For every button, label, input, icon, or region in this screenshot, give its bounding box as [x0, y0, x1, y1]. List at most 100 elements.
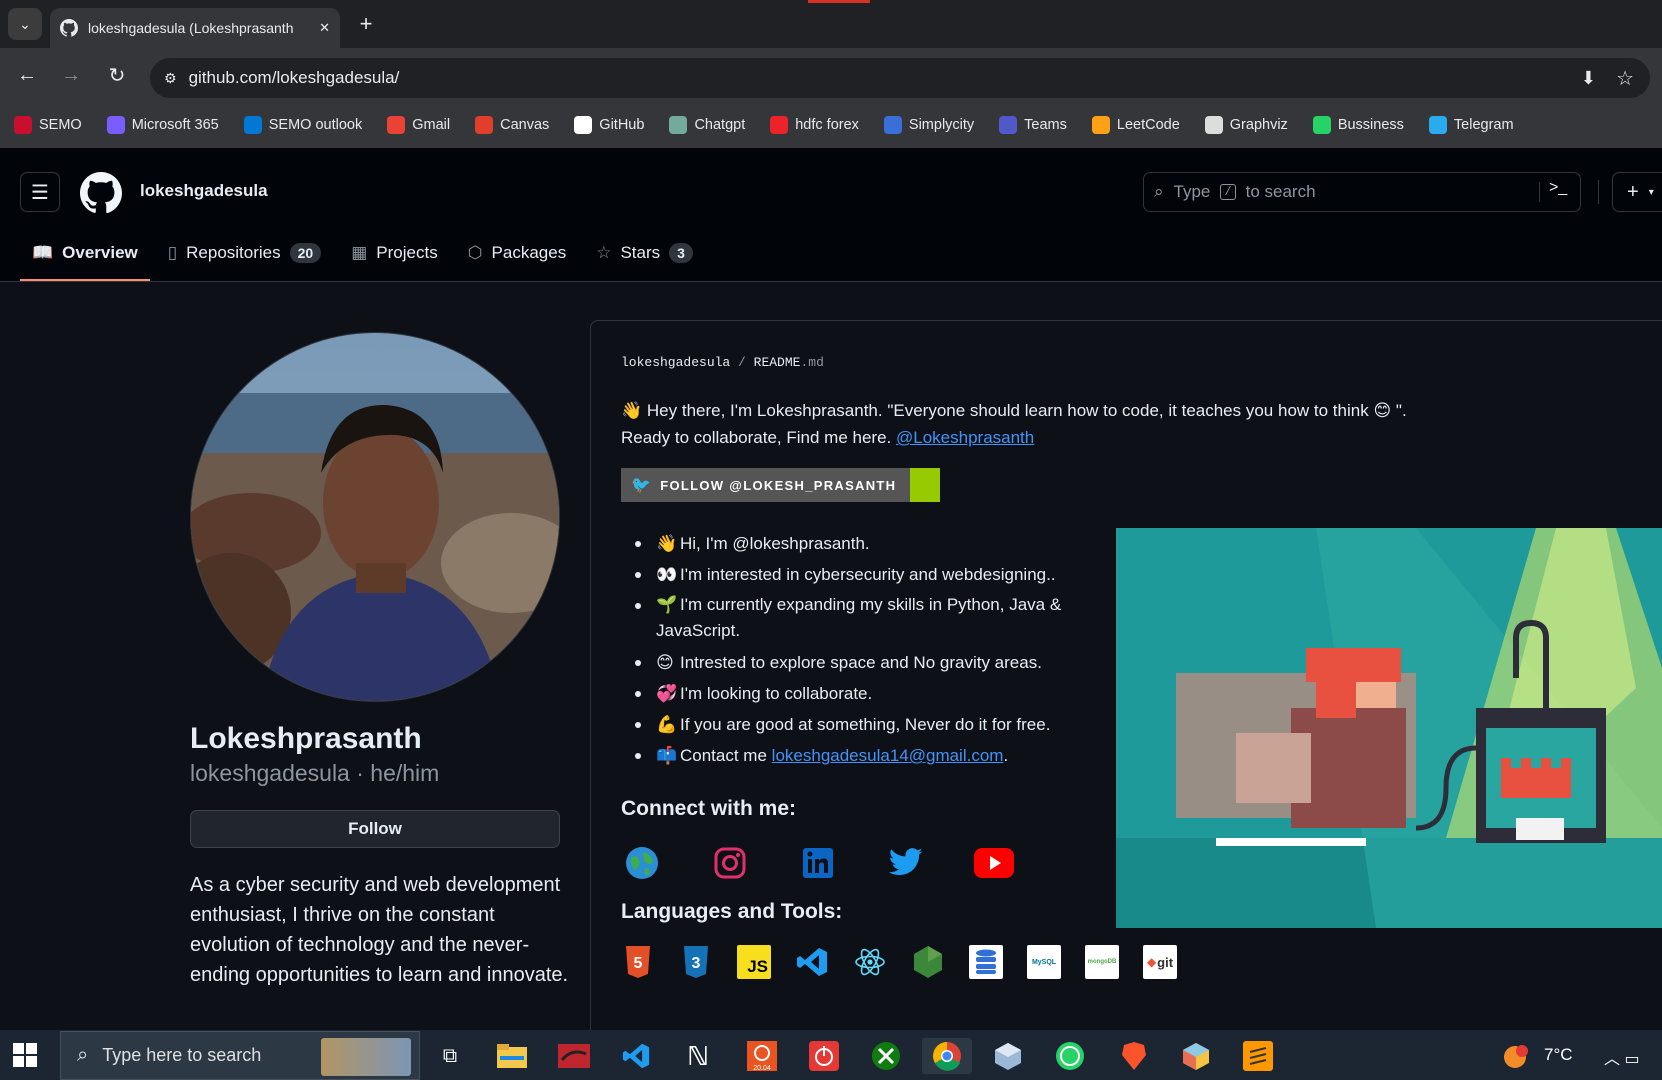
- forward-button[interactable]: →: [58, 62, 84, 88]
- search-highlight-icon: [321, 1038, 411, 1076]
- bookmark-leetcode[interactable]: LeetCode: [1091, 116, 1180, 134]
- tab-label: Projects: [376, 243, 438, 262]
- notion-icon[interactable]: ℕ: [680, 1038, 716, 1074]
- header-username[interactable]: lokeshgadesula: [140, 181, 268, 201]
- sublime-text-icon[interactable]: [1240, 1038, 1276, 1074]
- readme-path-user[interactable]: lokeshgadesula: [621, 355, 730, 370]
- slash-key-hint: /: [1220, 184, 1236, 200]
- follow-button[interactable]: Follow: [190, 810, 560, 848]
- close-tab-icon[interactable]: ✕: [319, 20, 330, 36]
- bookmark-telegram[interactable]: Telegram: [1428, 116, 1514, 134]
- youtube-icon[interactable]: [973, 842, 1015, 884]
- plus-icon: +: [1627, 180, 1639, 203]
- bookmark-favicon-icon: [1204, 116, 1223, 134]
- back-button[interactable]: ←: [14, 62, 40, 88]
- github-logo-icon[interactable]: [80, 172, 122, 214]
- site-settings-icon[interactable]: ⚙: [164, 70, 177, 87]
- command-palette-icon[interactable]: >_: [1549, 179, 1567, 197]
- bookmark-favicon-icon: [1091, 116, 1110, 134]
- website-globe-icon[interactable]: [621, 842, 663, 884]
- bookmark-simplycity[interactable]: Simplycity: [883, 116, 974, 134]
- bookmark-star-icon[interactable]: ☆: [1616, 66, 1634, 91]
- tab-packages[interactable]: ⬡ Packages: [456, 232, 579, 274]
- profile-bio: As a cyber security and web development …: [190, 874, 569, 986]
- whatsapp-icon[interactable]: [1052, 1038, 1088, 1074]
- tab-repositories[interactable]: ▯ Repositories 20: [156, 232, 333, 274]
- weather-temperature[interactable]: 7°C: [1544, 1045, 1573, 1065]
- twitter-follow-badge[interactable]: 🐦 FOLLOW @LOKESH_PRASANTH: [621, 468, 941, 502]
- bullet-text: I'm interested in cybersecurity and webd…: [680, 565, 1056, 584]
- contact-period: .: [1003, 746, 1009, 765]
- email-link[interactable]: lokeshgadesula14@gmail.com: [772, 746, 1004, 765]
- avatar[interactable]: [190, 332, 560, 702]
- bookmark-gmail[interactable]: Gmail: [387, 116, 450, 134]
- git-diamond-icon: ◆: [1146, 955, 1157, 969]
- tab-overview[interactable]: 📖 Overview: [20, 232, 150, 281]
- system-tray[interactable]: ︿ ▭: [1604, 1045, 1640, 1069]
- search-icon: ⌕: [77, 1044, 89, 1066]
- address-bar[interactable]: ⚙ github.com/lokeshgadesula/ ⬇ ☆: [150, 58, 1650, 98]
- file-explorer-icon[interactable]: [494, 1038, 530, 1074]
- taskbar-search-input[interactable]: ⌕ Type here to search: [60, 1031, 420, 1080]
- bookmark-teams[interactable]: Teams: [999, 116, 1067, 134]
- git-label: git: [1157, 954, 1174, 970]
- profile-name: Lokeshprasanth: [190, 722, 422, 755]
- bookmark-microsoft-365[interactable]: Microsoft 365: [106, 116, 219, 134]
- bookmark-favicon-icon: [574, 116, 593, 134]
- bullet-text: Intrested to explore space and No gravit…: [680, 653, 1042, 672]
- mysql-icon: MySQL: [1027, 945, 1061, 979]
- tab-search-button[interactable]: ⌄: [8, 8, 42, 40]
- bookmark-chatgpt[interactable]: Chatgpt: [669, 116, 745, 134]
- search-divider: [1539, 182, 1540, 202]
- virtualbox-icon[interactable]: [990, 1038, 1026, 1074]
- readme-bullet: 💪 If you are good at something, Never do …: [621, 709, 1091, 740]
- create-new-button[interactable]: + ▾: [1612, 172, 1662, 212]
- tab-stars[interactable]: ☆ Stars 3: [584, 232, 705, 274]
- bookmark-bussiness[interactable]: Bussiness: [1312, 116, 1404, 134]
- twitter-icon[interactable]: [885, 842, 927, 884]
- power-app-icon[interactable]: [806, 1038, 842, 1074]
- xbox-icon[interactable]: [868, 1038, 904, 1074]
- windows-start-icon[interactable]: [12, 1042, 38, 1068]
- bookmark-label: Teams: [1024, 117, 1067, 133]
- header-divider: [1598, 180, 1599, 204]
- intro-line1: Hey there, I'm Lokeshprasanth. "Everyone…: [646, 401, 1369, 420]
- linkedin-icon[interactable]: [797, 842, 839, 884]
- bookmark-canvas[interactable]: Canvas: [475, 116, 549, 134]
- instagram-icon[interactable]: [709, 842, 751, 884]
- twitter-handle-link[interactable]: @Lokeshprasanth: [896, 428, 1034, 447]
- readme-bullet: 😊 Intrested to explore space and No gravi…: [621, 647, 1091, 678]
- bookmark-semo-outlook[interactable]: SEMO outlook: [243, 116, 362, 134]
- bullet-text: Contact me: [680, 746, 767, 765]
- readme-intro: 👋 Hey there, I'm Lokeshprasanth. "Everyo…: [621, 397, 1441, 451]
- weather-icon[interactable]: [1500, 1042, 1530, 1077]
- task-view-icon[interactable]: ⧉: [432, 1038, 468, 1074]
- install-app-icon[interactable]: ⬇: [1581, 68, 1596, 89]
- battery-icon[interactable]: ▭: [1624, 1051, 1639, 1068]
- bookmark-hdfc-forex[interactable]: hdfc forex: [770, 116, 859, 134]
- bookmark-label: hdfc forex: [795, 117, 859, 133]
- bookmark-semo[interactable]: SEMO: [14, 116, 82, 134]
- brave-icon[interactable]: [1116, 1038, 1152, 1074]
- browser-tab-active[interactable]: lokeshgadesula (Lokeshprasanth ✕: [50, 8, 340, 48]
- bookmark-label: SEMO: [39, 117, 82, 133]
- bookmarks-bar: SEMO Microsoft 365 SEMO outlook Gmail Canvas…: [0, 102, 1662, 148]
- reload-button[interactable]: ↻: [104, 62, 130, 88]
- search-icon: ⌕: [1154, 182, 1164, 201]
- bullet-text: If you are good at something, Never do i…: [680, 715, 1051, 734]
- github-search-input[interactable]: ⌕ Type / to search: [1143, 172, 1581, 212]
- chevron-up-icon[interactable]: ︿: [1604, 1051, 1620, 1068]
- kali-linux-icon[interactable]: [556, 1038, 592, 1074]
- bookmark-label: Chatgpt: [694, 117, 746, 133]
- app-cube-icon[interactable]: [1178, 1038, 1214, 1074]
- tab-projects[interactable]: ▦ Projects: [339, 232, 449, 274]
- tab-label: Overview: [62, 243, 138, 262]
- new-tab-button[interactable]: +: [352, 10, 380, 38]
- vscode-taskbar-icon[interactable]: [618, 1038, 654, 1074]
- developer-illustration: [1116, 528, 1662, 928]
- chrome-icon[interactable]: [922, 1038, 972, 1074]
- bookmark-github[interactable]: GitHub: [574, 116, 644, 134]
- ubuntu-icon[interactable]: 20.04: [744, 1038, 780, 1074]
- hamburger-menu-button[interactable]: ☰: [20, 172, 60, 212]
- bookmark-graphviz[interactable]: Graphviz: [1204, 116, 1288, 134]
